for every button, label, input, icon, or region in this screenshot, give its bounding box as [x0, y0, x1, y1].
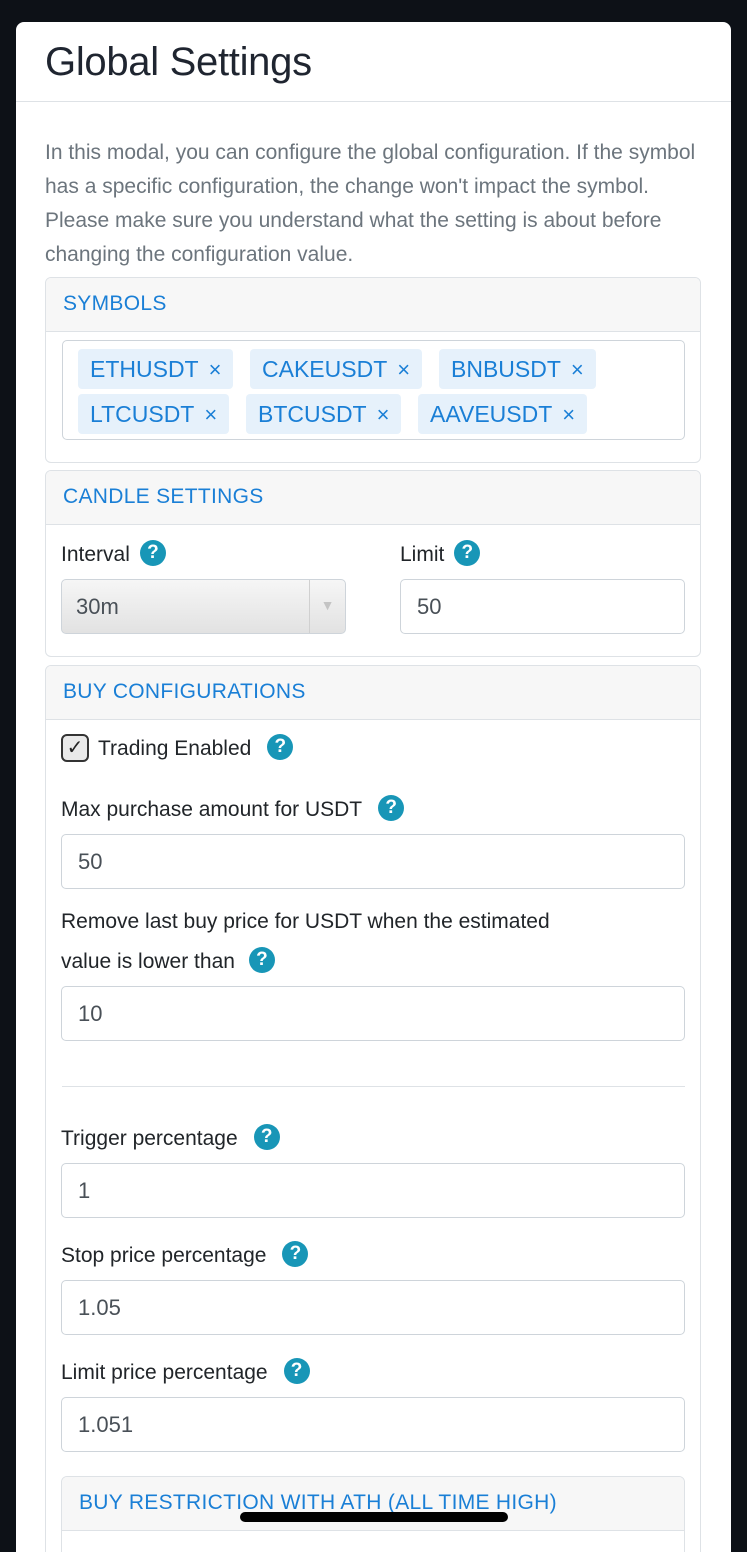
buy-configurations-card: BUY CONFIGURATIONS ✓ Trading Enabled? Ma…	[45, 665, 701, 1552]
home-indicator	[240, 1512, 508, 1522]
trading-enabled-label: Trading Enabled?	[98, 734, 294, 762]
help-icon[interactable]: ?	[253, 1124, 280, 1151]
limit-price-percentage-label-text: Limit price percentage	[61, 1361, 268, 1384]
symbol-tag: AAVEUSDT ×	[418, 394, 588, 434]
help-icon[interactable]: ?	[139, 540, 166, 567]
buy-ath-restriction-header[interactable]: BUY RESTRICTION WITH ATH (ALL TIME HIGH)	[62, 1477, 684, 1531]
limit-price-percentage-label: Limit price percentage?	[61, 1358, 310, 1386]
interval-select-value: 30m	[76, 594, 119, 619]
stop-price-percentage-label-text: Stop price percentage	[61, 1244, 267, 1267]
remove-last-buy-label-line2: value is lower than	[61, 950, 235, 973]
symbol-tag: ETHUSDT ×	[78, 349, 234, 389]
remove-tag-icon[interactable]: ×	[377, 402, 390, 427]
section-divider	[62, 1086, 685, 1087]
symbol-tag-label: ETHUSDT	[90, 356, 199, 382]
symbols-card: SYMBOLS ETHUSDT × CAKEUSDT × BNBUSDT × LTCU…	[45, 277, 701, 463]
interval-label: Interval?	[61, 540, 166, 568]
help-icon[interactable]: ?	[283, 1358, 310, 1385]
remove-last-buy-label: value is lower than?	[61, 947, 275, 975]
symbol-tag: LTCUSDT ×	[78, 394, 230, 434]
symbol-tag-label: AAVEUSDT	[430, 401, 553, 427]
modal-title: Global Settings	[45, 40, 312, 84]
symbol-tag: BTCUSDT ×	[246, 394, 402, 434]
symbols-header[interactable]: SYMBOLS	[46, 278, 700, 332]
limit-label-text: Limit	[400, 543, 445, 566]
trigger-percentage-label-text: Trigger percentage	[61, 1127, 238, 1150]
chevron-down-icon: ▼	[309, 580, 345, 633]
candle-settings-header[interactable]: CANDLE SETTINGS	[46, 471, 700, 525]
trigger-percentage-input[interactable]: 1	[61, 1163, 685, 1218]
symbol-tag-label: CAKEUSDT	[262, 356, 388, 382]
modal-body: In this modal, you can configure the glo…	[16, 102, 731, 272]
symbol-tag: CAKEUSDT ×	[250, 349, 423, 389]
limit-price-percentage-input[interactable]: 1.051	[61, 1397, 685, 1452]
interval-label-text: Interval	[61, 543, 130, 566]
remove-tag-icon[interactable]: ×	[209, 357, 222, 382]
max-purchase-label: Max purchase amount for USDT?	[61, 795, 405, 823]
help-icon[interactable]: ?	[378, 795, 405, 822]
modal-header: Global Settings	[16, 22, 731, 102]
max-purchase-input[interactable]: 50	[61, 834, 685, 889]
candle-settings-card: CANDLE SETTINGS Interval? 30m ▼ Limit? 5…	[45, 470, 701, 657]
help-icon[interactable]: ?	[248, 947, 275, 974]
symbols-tag-input[interactable]: ETHUSDT × CAKEUSDT × BNBUSDT × LTCUSDT × BTC…	[62, 340, 685, 440]
buy-configurations-header[interactable]: BUY CONFIGURATIONS	[46, 666, 700, 720]
remove-tag-icon[interactable]: ×	[397, 357, 410, 382]
intro-text: In this modal, you can configure the glo…	[45, 141, 696, 266]
stop-price-percentage-label: Stop price percentage?	[61, 1241, 309, 1269]
symbol-tag: BNBUSDT ×	[439, 349, 596, 389]
remove-tag-icon[interactable]: ×	[571, 357, 584, 382]
candle-limit-input[interactable]: 50	[400, 579, 685, 634]
help-icon[interactable]: ?	[282, 1241, 309, 1268]
symbol-tag-label: BTCUSDT	[258, 401, 367, 427]
remove-last-buy-input[interactable]: 10	[61, 986, 685, 1041]
help-icon[interactable]: ?	[454, 540, 481, 567]
remove-tag-icon[interactable]: ×	[204, 402, 217, 427]
trigger-percentage-label: Trigger percentage?	[61, 1124, 280, 1152]
global-settings-modal: Global Settings In this modal, you can c…	[16, 22, 731, 1552]
help-icon[interactable]: ?	[267, 734, 294, 761]
trading-enabled-label-text: Trading Enabled	[98, 737, 252, 760]
symbol-tag-label: LTCUSDT	[90, 401, 195, 427]
limit-label: Limit?	[400, 540, 481, 568]
stop-price-percentage-input[interactable]: 1.05	[61, 1280, 685, 1335]
remove-tag-icon[interactable]: ×	[562, 402, 575, 427]
interval-select[interactable]: 30m ▼	[61, 579, 346, 634]
remove-last-buy-label-line1: Remove last buy price for USDT when the …	[61, 910, 550, 933]
trading-enabled-checkbox[interactable]: ✓	[61, 734, 89, 762]
max-purchase-label-text: Max purchase amount for USDT	[61, 798, 363, 821]
symbol-tag-label: BNBUSDT	[451, 356, 561, 382]
